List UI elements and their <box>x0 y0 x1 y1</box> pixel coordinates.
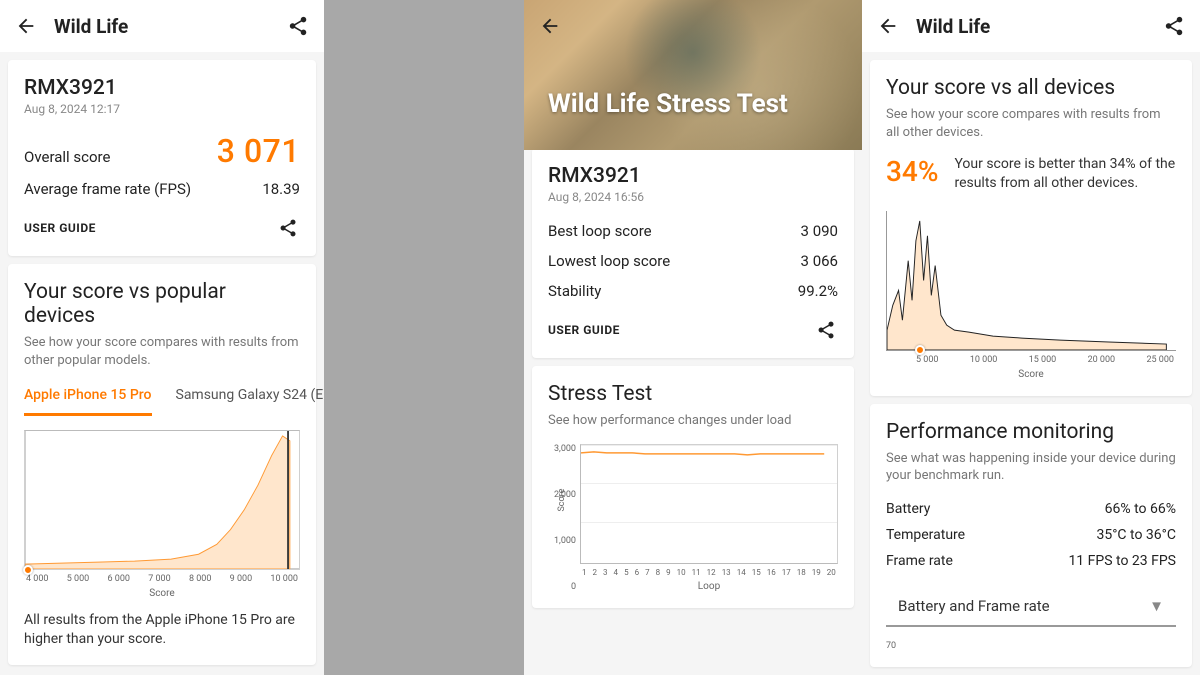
device-tabs: Apple iPhone 15 Pro Samsung Galaxy S24 (… <box>24 387 300 416</box>
overall-score-label: Overall score <box>24 148 110 166</box>
perf-title: Performance monitoring <box>886 420 1176 444</box>
y-axis-label: Score <box>557 488 567 511</box>
framerate-label: Frame rate <box>886 553 953 569</box>
share-icon[interactable] <box>1162 14 1186 38</box>
user-guide-link[interactable]: USER GUIDE <box>548 323 620 337</box>
compare-title: Your score vs popular devices <box>24 280 300 328</box>
hero-title: Wild Life Stress Test <box>548 90 788 120</box>
appbar: Wild Life <box>862 0 1200 52</box>
x-ticks: 4 0005 0006 0007 0008 0009 00010 000 <box>24 574 300 584</box>
stress-chart-title: Stress Test <box>548 382 838 406</box>
perf-subtitle: See what was happening inside your devic… <box>886 450 1176 485</box>
mini-chart-tick: 70 <box>886 641 1176 651</box>
share-icon[interactable] <box>276 216 300 240</box>
temperature-value: 35°C to 36°C <box>1096 527 1176 543</box>
compare-footnote: All results from the Apple iPhone 15 Pro… <box>24 611 300 649</box>
stability-label: Stability <box>548 282 601 300</box>
percentile-text: Your score is better than 34% of the res… <box>954 155 1176 193</box>
lowest-loop-value: 3 066 <box>801 252 838 270</box>
best-loop-value: 3 090 <box>801 222 838 240</box>
appbar: Wild Life <box>0 0 324 52</box>
all-devices-title: Your score vs all devices <box>886 76 1176 100</box>
framerate-value: 11 FPS to 23 FPS <box>1068 553 1176 569</box>
back-icon[interactable] <box>876 14 900 38</box>
battery-label: Battery <box>886 501 930 517</box>
x-ticks: 5 00010 00015 00020 00025 000 <box>886 355 1176 365</box>
lowest-loop-label: Lowest loop score <box>548 252 670 270</box>
back-icon[interactable] <box>14 14 38 38</box>
timestamp: Aug 8, 2024 12:17 <box>24 102 300 116</box>
score-card: RMX3921 Aug 8, 2024 12:17 Overall score … <box>8 60 316 256</box>
compare-subtitle: See how your score compares with results… <box>24 334 300 369</box>
distribution-chart: 4 0005 0006 0007 0008 0009 00010 000 Sco… <box>24 430 300 599</box>
chevron-down-icon: ▼ <box>1149 597 1164 615</box>
device-name: RMX3921 <box>548 164 838 188</box>
stress-chart-card: Stress Test See how performance changes … <box>532 366 854 608</box>
stability-value: 99.2% <box>798 282 838 300</box>
back-icon[interactable] <box>538 14 562 38</box>
x-axis-label: Score <box>24 588 300 599</box>
tab-galaxys24[interactable]: Samsung Galaxy S24 (E… <box>176 387 325 416</box>
hero-banner: Wild Life Stress Test <box>524 0 862 150</box>
share-icon[interactable] <box>286 14 310 38</box>
temperature-label: Temperature <box>886 527 965 543</box>
all-devices-card: Your score vs all devices See how your s… <box>870 60 1192 396</box>
x-ticks: 1234567891011121314151617181920 <box>580 568 838 577</box>
device-name: RMX3921 <box>24 76 300 100</box>
y-ticks: 3,0002,0001,0000 <box>548 444 576 592</box>
screen-1: Wild Life RMX3921 Aug 8, 2024 12:17 Over… <box>0 0 324 675</box>
stress-line-chart <box>580 444 838 564</box>
compare-card: Your score vs popular devices See how yo… <box>8 264 316 665</box>
fps-label: Average frame rate (FPS) <box>24 180 191 198</box>
perf-monitoring-card: Performance monitoring See what was happ… <box>870 404 1192 667</box>
timestamp: Aug 8, 2024 16:56 <box>548 190 838 204</box>
x-axis-label: Score <box>886 369 1176 380</box>
overall-score-value: 3 071 <box>217 132 300 170</box>
screen-2: Wild Life Stress Test RMX3921 Aug 8, 202… <box>524 0 862 675</box>
user-guide-link[interactable]: USER GUIDE <box>24 221 96 235</box>
your-score-marker-icon <box>915 345 925 355</box>
all-devices-subtitle: See how your score compares with results… <box>886 106 1176 141</box>
share-icon[interactable] <box>814 318 838 342</box>
dropdown-label: Battery and Frame rate <box>898 597 1050 615</box>
x-axis-label: Loop <box>580 581 838 592</box>
stress-chart-subtitle: See how performance changes under load <box>548 412 838 430</box>
tab-iphone15pro[interactable]: Apple iPhone 15 Pro <box>24 387 152 416</box>
metric-dropdown[interactable]: Battery and Frame rate ▼ <box>886 587 1176 627</box>
appbar-title: Wild Life <box>916 15 1146 38</box>
screen-3: Wild Life Your score vs all devices See … <box>862 0 1200 675</box>
appbar-title: Wild Life <box>54 15 270 38</box>
percentile-value: 34% <box>886 155 938 188</box>
stress-score-card: RMX3921 Aug 8, 2024 16:56 Best loop scor… <box>532 148 854 358</box>
fps-value: 18.39 <box>262 180 300 198</box>
battery-value: 66% to 66% <box>1105 501 1176 517</box>
all-devices-chart <box>886 211 1176 351</box>
best-loop-label: Best loop score <box>548 222 652 240</box>
